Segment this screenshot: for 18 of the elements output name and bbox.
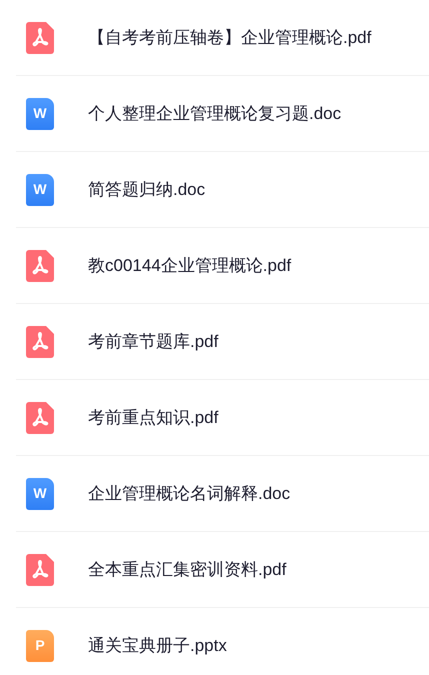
file-name[interactable]: 考前章节题库.pdf [88, 328, 218, 354]
pdf-file-icon [26, 326, 54, 358]
file-name[interactable]: 个人整理企业管理概论复习题.doc [88, 100, 342, 126]
file-name[interactable]: 企业管理概论名词解释.doc [88, 480, 290, 506]
word-file-icon: W [26, 174, 54, 206]
file-name[interactable]: 考前重点知识.pdf [88, 404, 218, 430]
file-name[interactable]: 教c00144企业管理概论.pdf [88, 252, 292, 278]
word-file-icon: W [26, 98, 54, 130]
pdf-file-icon [26, 250, 54, 282]
slides-file-icon: P [26, 630, 54, 662]
file-name[interactable]: 【自考考前压轴卷】企业管理概论.pdf [88, 24, 372, 50]
pdf-file-icon [26, 22, 54, 54]
file-name[interactable]: 通关宝典册子.pptx [88, 632, 227, 658]
file-name[interactable]: 简答题归纳.doc [88, 176, 206, 202]
word-file-icon: W [26, 478, 54, 510]
pdf-file-icon [26, 554, 54, 586]
file-name[interactable]: 全本重点汇集密训资料.pdf [88, 556, 286, 582]
pdf-file-icon [26, 402, 54, 434]
